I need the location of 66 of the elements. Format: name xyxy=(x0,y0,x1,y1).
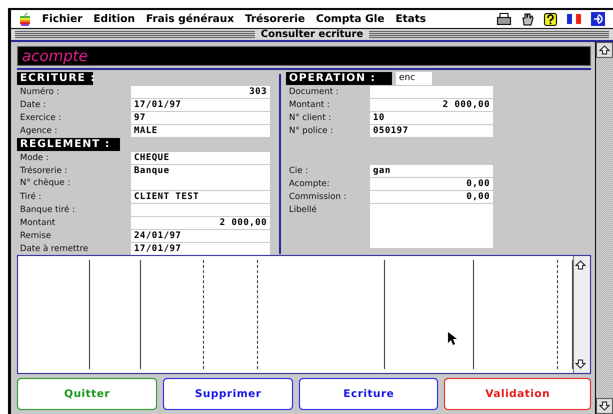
menu-item[interactable]: Fichier xyxy=(42,13,82,25)
field-label: Document : xyxy=(288,86,340,98)
text-field[interactable]: 10 xyxy=(370,112,493,124)
type-field[interactable]: enc xyxy=(396,72,432,85)
field-label: Date à remettre xyxy=(19,243,90,255)
field-label: Acompte: xyxy=(288,178,331,190)
window-title: Consulter ecriture xyxy=(260,29,364,40)
list-box[interactable] xyxy=(17,255,591,374)
text-field[interactable] xyxy=(131,204,270,216)
text-field[interactable]: gan xyxy=(370,165,493,177)
help-icon[interactable] xyxy=(544,12,557,26)
scroll-up-icon[interactable] xyxy=(575,260,586,270)
text-field[interactable]: CLIENT TEST xyxy=(131,191,270,203)
field-label: Commission : xyxy=(288,191,348,203)
scroll-up-icon[interactable] xyxy=(599,45,610,55)
record-title: acompte xyxy=(17,46,591,66)
text-field[interactable]: 2 000,00 xyxy=(131,217,270,229)
field-label: Mode : xyxy=(19,152,50,164)
text-field[interactable]: 97 xyxy=(131,112,270,124)
text-field[interactable]: 17/01/97 xyxy=(131,243,270,255)
text-field[interactable]: 0,00 xyxy=(370,191,493,203)
menu-item[interactable]: Trésorerie xyxy=(245,13,305,25)
text-field[interactable]: MALE xyxy=(131,125,270,137)
field-label: N° chèque : xyxy=(19,177,72,189)
text-field[interactable]: 17/01/97 xyxy=(131,99,270,111)
action-button[interactable]: Supprimer xyxy=(163,378,294,410)
field-label: Montant : xyxy=(288,99,331,111)
text-field[interactable]: 050197 xyxy=(370,125,493,137)
field-label: Date : xyxy=(19,99,47,111)
app-logo-icon[interactable] xyxy=(591,12,605,26)
field-label: Cie : xyxy=(288,165,310,177)
action-button[interactable]: Validation xyxy=(444,378,591,410)
field-label: Trésorerie : xyxy=(19,165,68,177)
text-field[interactable]: CHEQUE xyxy=(131,152,270,164)
text-field[interactable]: 24/01/97 xyxy=(131,230,270,242)
section-heading: REGLEMENT : xyxy=(17,138,120,151)
field-label: N° police : xyxy=(288,125,334,137)
menu-item[interactable]: Edition xyxy=(93,13,135,25)
flag-icon[interactable] xyxy=(567,14,581,24)
field-label: Exercice : xyxy=(19,112,62,124)
field-label: Libellé xyxy=(288,204,318,216)
menu-item[interactable]: Compta Gle xyxy=(316,13,384,25)
text-field[interactable]: 303 xyxy=(131,86,270,98)
text-field[interactable]: 0,00 xyxy=(370,178,493,190)
menu-item[interactable]: Frais généraux xyxy=(146,13,234,25)
field-label: Montant xyxy=(19,217,56,229)
field-label: Remise xyxy=(19,230,52,242)
pointer-icon xyxy=(448,332,457,346)
menu-item[interactable]: Etats xyxy=(395,13,426,25)
field-label: Tiré : xyxy=(19,191,42,203)
section-heading: OPERATION : xyxy=(286,72,392,85)
text-field[interactable]: Banque xyxy=(131,165,270,190)
text-field[interactable]: 2 000,00 xyxy=(370,99,493,111)
apple-logo-icon[interactable] xyxy=(19,12,31,26)
scroll-down-icon[interactable] xyxy=(599,401,610,411)
field-label: Numéro : xyxy=(19,86,60,98)
printer-icon[interactable] xyxy=(497,13,511,25)
field-label: Agence : xyxy=(19,125,58,137)
action-button[interactable]: Quitter xyxy=(17,378,158,410)
scroll-down-icon[interactable] xyxy=(575,359,586,369)
action-button[interactable]: Ecriture xyxy=(299,378,438,410)
hand-icon[interactable] xyxy=(521,12,534,26)
text-field[interactable] xyxy=(370,86,493,98)
field-label: Banque tiré : xyxy=(19,204,76,216)
field-label: N° client : xyxy=(288,112,332,124)
section-heading: ECRITURE : xyxy=(17,72,93,85)
